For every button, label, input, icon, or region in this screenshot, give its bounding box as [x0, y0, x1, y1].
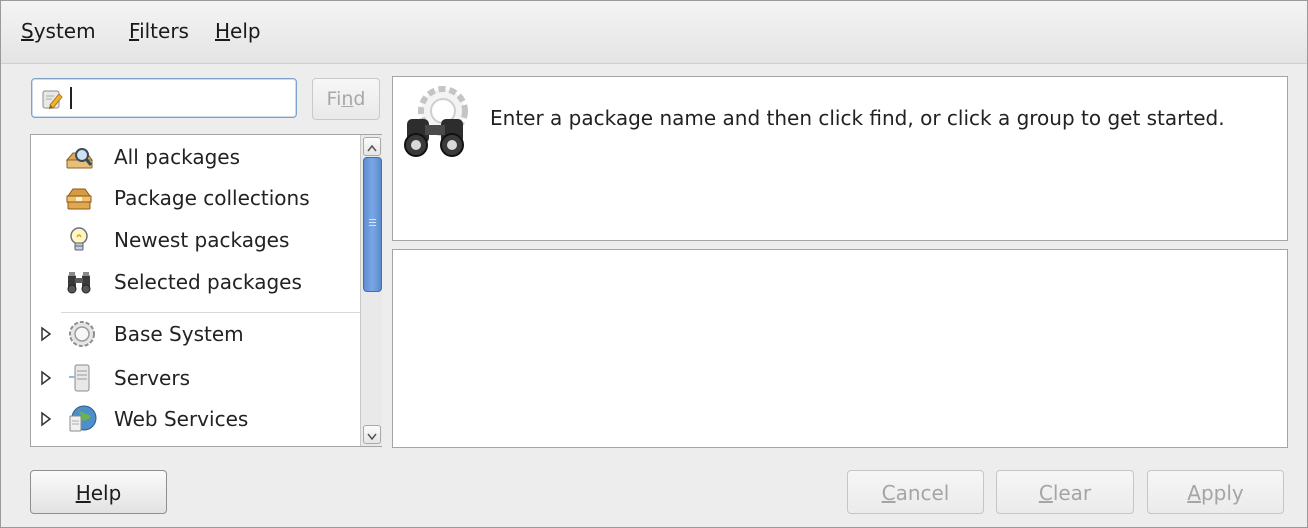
text-cursor — [70, 87, 72, 109]
group-all-packages[interactable]: All packages — [31, 137, 356, 177]
apply-button[interactable]: Apply — [1147, 470, 1284, 514]
newest-packages-icon — [70, 227, 88, 251]
group-package-collections[interactable]: Package collections — [31, 178, 356, 218]
package-collections-icon — [66, 188, 92, 210]
expander-arrow-icon[interactable] — [40, 326, 52, 342]
scroll-grip — [369, 219, 376, 220]
find-button[interactable]: Find — [312, 78, 380, 120]
base-system-icon — [69, 321, 95, 347]
menu-help[interactable]: Help — [215, 19, 261, 43]
find-packages-icon — [404, 86, 468, 157]
menu-bar: System Filters Help — [1, 1, 1307, 64]
group-base-system[interactable]: Base System — [31, 314, 356, 354]
info-message: Enter a package name and then click find… — [490, 106, 1225, 130]
servers-icon — [69, 364, 90, 392]
package-details-pane — [392, 249, 1288, 448]
scroll-down-button[interactable] — [363, 425, 381, 444]
package-manager-window: System Filters Help Find All packages Pa… — [0, 0, 1308, 528]
help-button[interactable]: Help — [30, 470, 167, 514]
web-services-icon — [69, 405, 97, 432]
search-input[interactable] — [74, 83, 292, 115]
expander-arrow-icon[interactable] — [40, 411, 52, 427]
group-label: Web Services — [114, 407, 249, 431]
info-pane: Enter a package name and then click find… — [392, 76, 1288, 241]
group-servers[interactable]: Servers — [31, 358, 356, 398]
clear-button[interactable]: Clear — [996, 470, 1134, 514]
chevron-up-icon — [367, 144, 377, 152]
list-separator — [61, 312, 373, 313]
cancel-button[interactable]: Cancel — [847, 470, 984, 514]
selected-packages-icon — [67, 272, 91, 294]
scroll-grip — [369, 225, 376, 226]
group-newest-packages[interactable]: Newest packages — [31, 220, 356, 260]
scroll-thumb[interactable] — [363, 157, 382, 292]
group-list-scrollbar[interactable] — [360, 135, 382, 446]
search-field[interactable] — [31, 78, 297, 118]
all-packages-icon — [65, 148, 93, 169]
group-label: Newest packages — [114, 228, 290, 252]
expander-arrow-icon[interactable] — [40, 370, 52, 386]
group-selected-packages[interactable]: Selected packages — [31, 262, 356, 302]
group-list[interactable]: All packages Package collections Newest … — [30, 134, 382, 447]
group-label: Selected packages — [114, 270, 302, 294]
chevron-down-icon — [367, 433, 377, 441]
group-web-services[interactable]: Web Services — [31, 399, 356, 439]
group-label: All packages — [114, 145, 241, 169]
scroll-up-button[interactable] — [363, 137, 381, 156]
menu-filters[interactable]: Filters — [129, 19, 189, 43]
edit-icon — [42, 90, 63, 109]
group-label: Servers — [114, 366, 191, 390]
scroll-grip — [369, 222, 376, 223]
menu-system[interactable]: System — [21, 19, 96, 43]
group-label: Package collections — [114, 186, 310, 210]
group-label: Base System — [114, 322, 244, 346]
